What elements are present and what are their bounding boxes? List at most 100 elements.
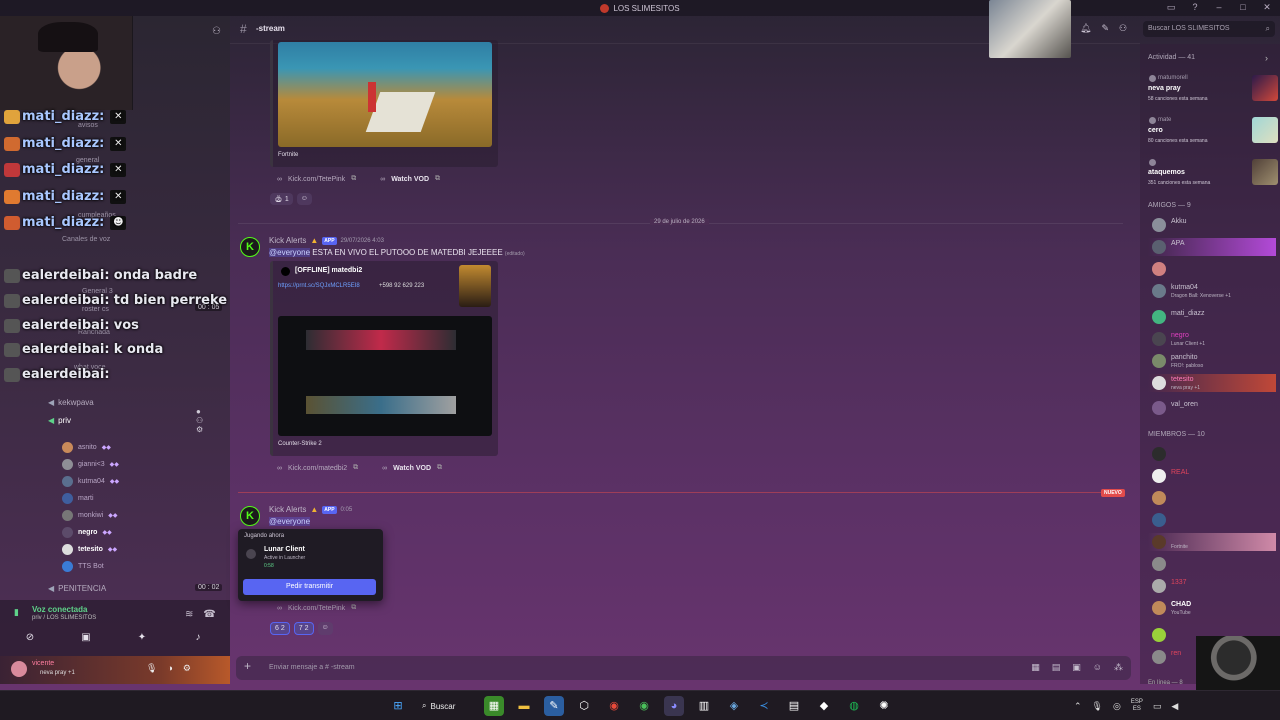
maximize-button[interactable]: □ (1238, 2, 1248, 13)
camera-off-button[interactable]: ⊘ (6, 630, 54, 646)
gif-icon[interactable]: ▤ (1052, 662, 1061, 673)
kick-link[interactable]: Kick.com/matedbi2 (288, 465, 347, 472)
member-item[interactable]: CHAD YouTube (1148, 599, 1276, 617)
search-input[interactable]: Buscar LOS SLIMESITOS ⌕ (1143, 21, 1275, 37)
app-icon[interactable]: ▥ (694, 696, 714, 716)
member-item[interactable] (1148, 445, 1276, 463)
member-item[interactable] (1148, 555, 1276, 573)
friend-item[interactable]: APA (1148, 238, 1276, 256)
chevron-up-icon[interactable]: ⌃ (1074, 701, 1082, 712)
epic-icon[interactable]: ◆ (814, 696, 834, 716)
friend-item[interactable] (1148, 260, 1276, 278)
voice-member[interactable]: negro ◆◆ (62, 527, 112, 538)
apps-icon[interactable]: ⁂ (1114, 662, 1123, 673)
message-composer[interactable]: + Enviar mensaje a # -stream ▦ ▤ ▣ ☺ ⁂ (236, 656, 1131, 680)
kick-link[interactable]: Kick.com/TetePink (288, 605, 345, 612)
disconnect-icon[interactable]: ☎ (203, 609, 215, 620)
voice-category[interactable]: Canales de voz (62, 236, 110, 243)
voice-location[interactable]: priv / LOS SLIMESITOS (32, 615, 96, 621)
kick-bot-avatar[interactable]: K (240, 506, 260, 526)
editor-icon[interactable]: ✎ (544, 696, 564, 716)
chevron-right-icon[interactable]: › (1265, 53, 1268, 63)
emoji-icon[interactable]: ☺ (1093, 662, 1102, 673)
voice-channel-kekwpava[interactable]: ◀ kekwpava (48, 398, 94, 407)
app-tray-icon[interactable]: ◎ (1113, 701, 1121, 712)
inbox-icon[interactable]: ▭ (1166, 2, 1176, 13)
screen-share-button[interactable]: ▣ (62, 630, 110, 646)
members-icon[interactable]: ⚇ (1119, 23, 1127, 34)
ask-to-stream-button[interactable]: Pedir transmitir (243, 579, 376, 595)
voice-member[interactable]: monkiwi ◆◆ (62, 510, 118, 521)
discord-icon[interactable]: ◕ (664, 696, 684, 716)
spotify-icon[interactable]: ◍ (844, 696, 864, 716)
bell-icon[interactable]: 🔔︎ (1080, 23, 1091, 34)
add-reaction-button[interactable]: ☺ (296, 193, 312, 205)
help-icon[interactable]: ? (1190, 2, 1200, 13)
microphone-icon[interactable]: 🎙 (146, 663, 157, 674)
kick-bot-avatar[interactable]: K (240, 237, 260, 257)
member-item[interactable]: REAL (1148, 467, 1276, 485)
voice-member[interactable]: gianni<3 ◆◆ (62, 459, 119, 470)
voice-member[interactable]: marti (62, 493, 94, 504)
add-reaction-button[interactable]: ☺ (317, 622, 333, 635)
volume-icon[interactable]: ◀ (1171, 701, 1178, 712)
app-icon[interactable]: ✺ (874, 696, 894, 716)
reaction-button[interactable]: 7 2 (293, 622, 314, 635)
everyone-mention[interactable]: @everyone (269, 517, 311, 526)
file-explorer-icon[interactable]: ▬ (514, 696, 534, 716)
watch-vod-link[interactable]: Watch VOD (393, 465, 431, 472)
language-indicator[interactable]: ESP ES (1131, 699, 1143, 713)
chrome-alt-icon[interactable]: ◉ (634, 696, 654, 716)
member-item[interactable] (1148, 489, 1276, 507)
settings-gear-icon[interactable]: ⚙ (183, 663, 191, 674)
friend-item[interactable]: mati_diazz (1148, 308, 1276, 326)
member-item[interactable]: Fortnite (1148, 533, 1276, 551)
author-name[interactable]: Kick Alerts (269, 236, 306, 245)
friend-item[interactable]: tetesito neva pray +1 (1148, 374, 1276, 392)
watch-vod-link[interactable]: Watch VOD (391, 176, 429, 183)
app-icon[interactable]: ⬡ (574, 696, 594, 716)
friend-item[interactable]: val_oren (1148, 399, 1276, 417)
author-name[interactable]: Kick Alerts (269, 505, 306, 514)
avatar[interactable] (11, 661, 27, 677)
microphone-icon[interactable]: 🎙 (1092, 701, 1103, 712)
friend-item[interactable]: negro Lunar Client +1 (1148, 330, 1276, 348)
steam-icon[interactable]: ◈ (724, 696, 744, 716)
voice-channel-priv[interactable]: ◀ priv ● ⚇ ⚙ (48, 407, 203, 434)
everyone-mention[interactable]: @everyone (269, 248, 311, 257)
stream-thumbnail[interactable] (278, 316, 492, 436)
reaction-button[interactable]: 6 2 (270, 622, 290, 635)
soundboard-button[interactable]: ♪ (174, 630, 222, 646)
pin-icon[interactable]: ✎ (1101, 23, 1109, 34)
activities-button[interactable]: ✦ (118, 630, 166, 646)
voice-member[interactable]: tetesito ◆◆ (62, 544, 117, 555)
member-item[interactable]: 1337 (1148, 577, 1276, 595)
voice-channel-penitencia[interactable]: ◀ PENITENCIA (48, 584, 106, 593)
friend-item[interactable]: Akku (1148, 216, 1276, 234)
member-item[interactable] (1148, 511, 1276, 529)
kick-link[interactable]: Kick.com/TetePink (288, 176, 345, 183)
close-button[interactable]: ✕ (1262, 2, 1272, 13)
friend-item[interactable]: panchito FRO!: pabloso (1148, 352, 1276, 370)
sticker-icon[interactable]: ▣ (1072, 662, 1081, 673)
voice-member[interactable]: asnito ◆◆ (62, 442, 111, 453)
friend-item[interactable]: kutma04 Dragon Ball: Xenoverse +1 (1148, 282, 1276, 300)
headphones-icon[interactable]: ◑ (167, 663, 172, 674)
noise-suppression-icon[interactable]: ≋ (185, 609, 193, 620)
embed-title[interactable]: [OFFLINE] matedbi2 (295, 267, 362, 274)
add-attachment-icon[interactable]: + (244, 659, 251, 673)
channel-controls[interactable]: ● ⚇ ⚙ (196, 407, 203, 434)
minecraft-icon[interactable]: ▦ (484, 696, 504, 716)
network-icon[interactable]: ▭ (1153, 701, 1162, 712)
windows-start-icon[interactable]: ⊞ (388, 696, 408, 716)
voice-member[interactable]: kutma04 ◆◆ (62, 476, 119, 487)
chrome-icon[interactable]: ◉ (604, 696, 624, 716)
gift-icon[interactable]: ▦ (1031, 662, 1040, 673)
add-member-icon[interactable]: ⚇ (212, 26, 221, 37)
vscode-icon[interactable]: ≺ (754, 696, 774, 716)
store-icon[interactable]: ▤ (784, 696, 804, 716)
embed-url[interactable]: https://prnt.sc/SQJxMCLR5EI8 (278, 283, 360, 289)
voice-member[interactable]: TTS Bot (62, 561, 104, 572)
reaction-button[interactable]: 🎂︎ 1 (270, 193, 293, 205)
taskbar-search[interactable]: ⌕ Buscar (418, 696, 474, 716)
